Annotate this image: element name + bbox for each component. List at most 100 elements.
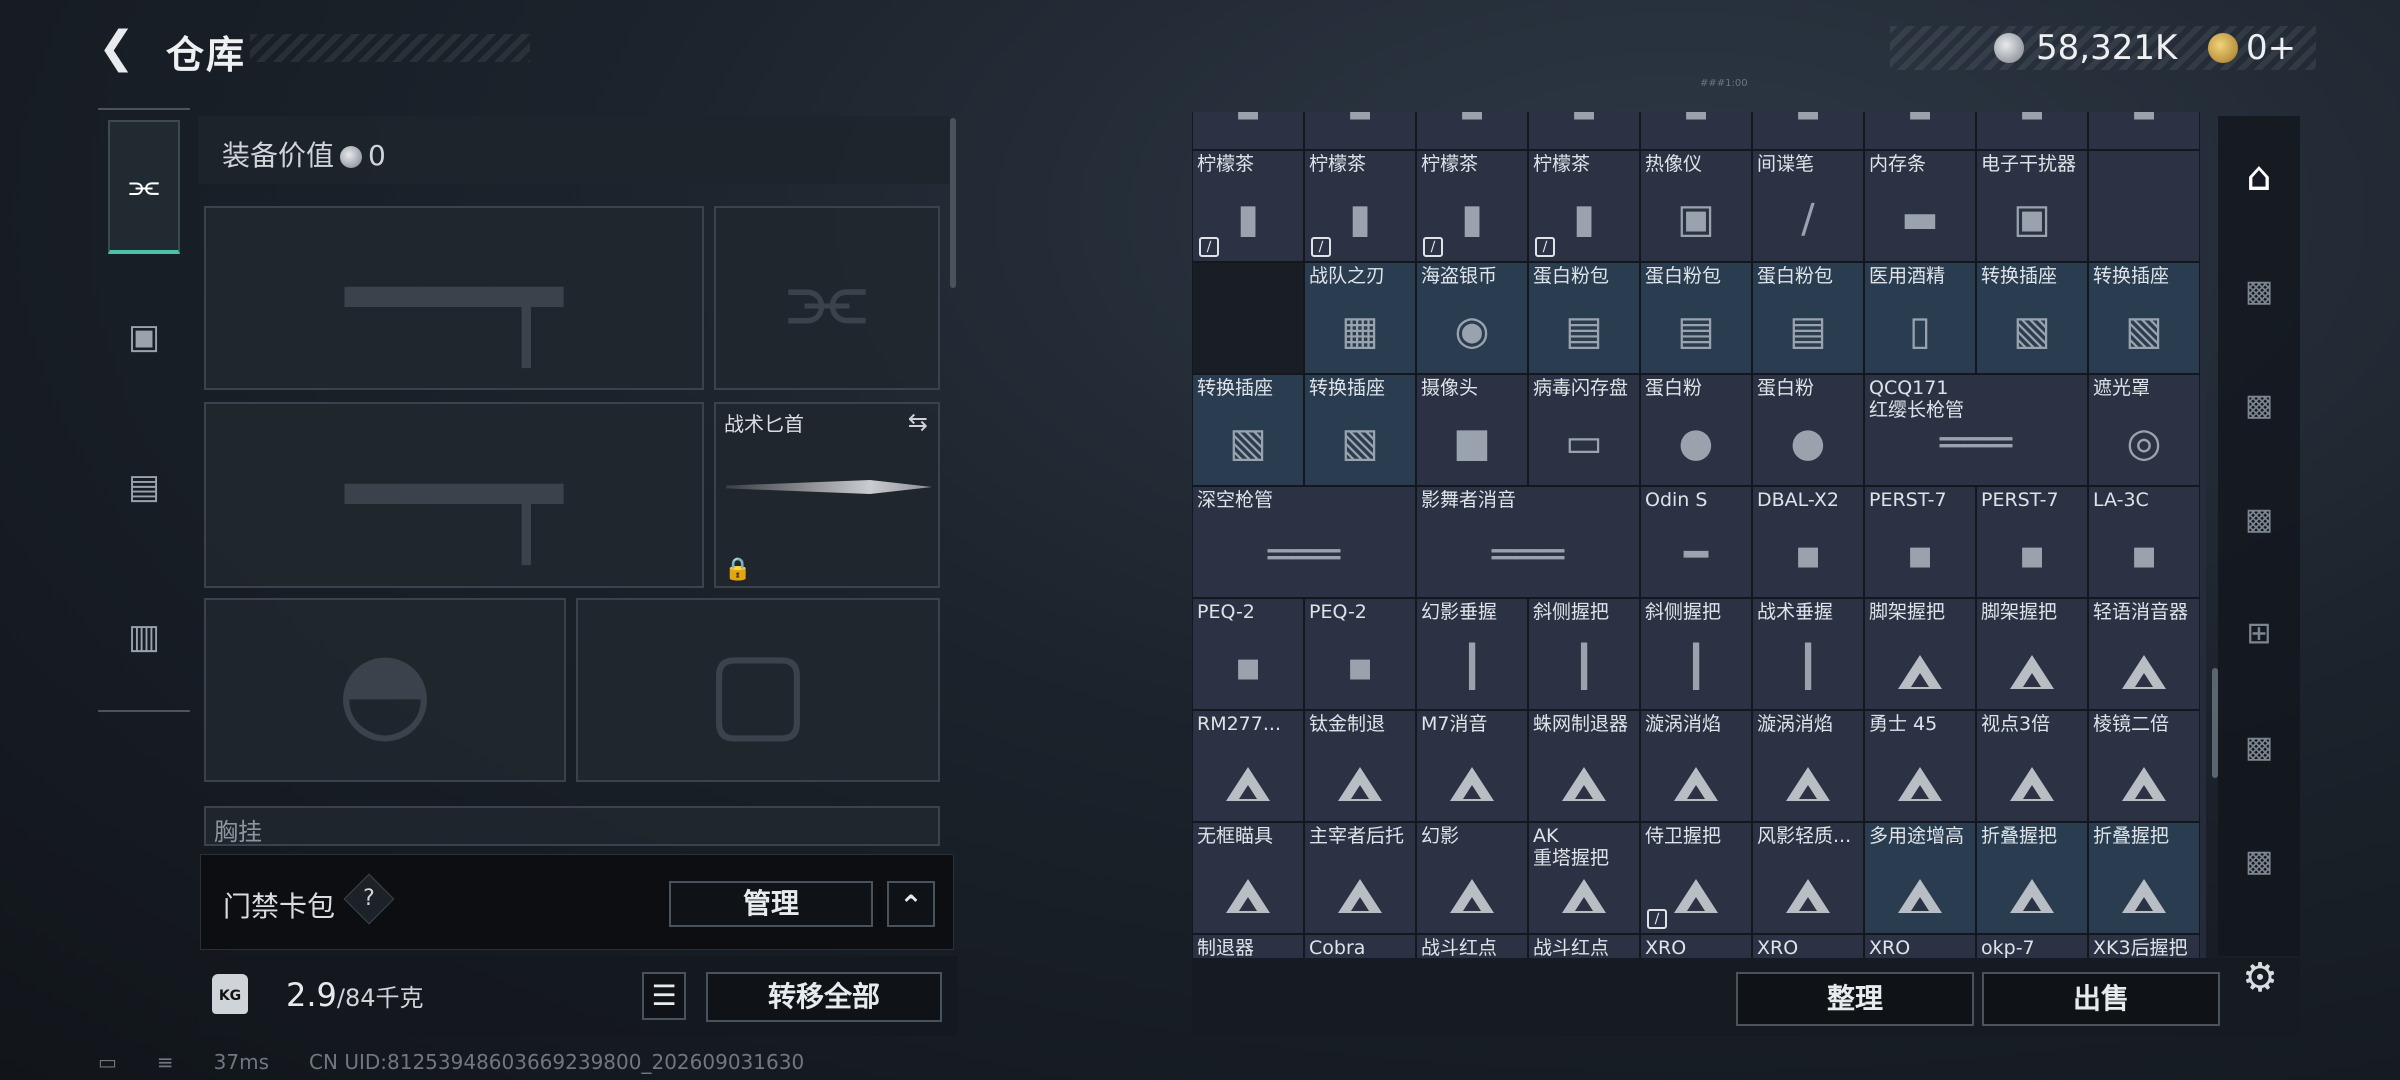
stash-item-cell[interactable]: 遮光罩 ◎ [2088,374,2200,486]
tab-case[interactable]: ▥ [108,570,180,704]
stash-item-cell[interactable]: ▪ [1528,112,1640,150]
stash-item-cell[interactable]: 内存条 ▬ [1864,150,1976,262]
stash-item-cell[interactable] [2088,150,2200,262]
stash-item-cell[interactable]: RM277... [1192,710,1304,822]
help-icon[interactable]: ? [343,873,395,925]
stash-item-cell[interactable]: okp-7 [1976,934,2088,958]
tab-weapons[interactable]: ⫘ [108,120,180,254]
stash-item-cell[interactable]: DBAL-X2 ▪ [1752,486,1864,598]
stash-item-cell[interactable]: 折叠握把 [2088,822,2200,934]
stash-item-cell[interactable]: ▪ [1304,112,1416,150]
stash-item-cell[interactable]: LA-3C ▪ [2088,486,2200,598]
stash-item-cell[interactable]: ▪ [1752,112,1864,150]
tab-vest[interactable]: ▤ [108,420,180,554]
stash-item-cell[interactable]: ▪ [2088,112,2200,150]
stash-item-cell[interactable]: 海盗银币 ◉ [1416,262,1528,374]
stash-item-cell[interactable]: PERST-7 ▪ [1976,486,2088,598]
loadout-scrollbar[interactable] [950,118,956,288]
stash-item-cell[interactable]: 转换插座 ▧ [1192,374,1304,486]
stash-item-cell[interactable]: 蛋白粉包 ▤ [1640,262,1752,374]
stash-item-cell[interactable]: 轻语消音器 [2088,598,2200,710]
tab-backpack[interactable]: ▣ [108,270,180,404]
stash-item-cell[interactable]: 战斗红点 [1416,934,1528,958]
slot-knife[interactable]: 战术匕首 ⇆ 🔒 [714,402,940,588]
sell-button[interactable]: 出售 [1982,972,2220,1026]
gear-icon[interactable]: ⚙ [2238,956,2282,1000]
chevron-up-icon[interactable]: ⌃ [887,881,935,927]
list-icon[interactable]: ☰ [642,972,686,1020]
stash-item-cell[interactable]: 斜侧握把 ┃ [1640,598,1752,710]
stash-item-cell[interactable]: 视点3倍 [1976,710,2088,822]
stash-item-cell[interactable]: 钛金制退 [1304,710,1416,822]
stash-item-cell[interactable]: QCQ171 红缨长枪管 ═══ [1864,374,2088,486]
stash-item-cell[interactable]: ▪ [1864,112,1976,150]
stash-item-cell[interactable] [1192,262,1304,374]
tab-expansion-4b-add[interactable]: ⊞ [2224,592,2294,674]
stash-item-cell[interactable]: 脚架握把 [1864,598,1976,710]
stash-item-cell[interactable]: 蛋白粉 ● [1640,374,1752,486]
stash-item-cell[interactable]: PEQ-2 ▪ [1304,598,1416,710]
stash-item-cell[interactable]: PEQ-2 ▪ [1192,598,1304,710]
stash-item-cell[interactable]: 摄像头 ■ [1416,374,1528,486]
stash-item-cell[interactable]: 斜侧握把 ┃ [1528,598,1640,710]
stash-item-cell[interactable]: 漩涡消焰 [1640,710,1752,822]
tab-expansion-4a[interactable]: ▩ [2224,478,2294,560]
stash-item-cell[interactable]: XK3后握把 [2088,934,2200,958]
stash-item-cell[interactable]: 幻影 [1416,822,1528,934]
stash-item-cell[interactable]: 蛋白粉包 ▤ [1752,262,1864,374]
stash-item-cell[interactable]: 深空枪管 ═══ [1192,486,1416,598]
stash-item-cell[interactable]: XRO [1752,934,1864,958]
stash-item-cell[interactable]: 间谍笔 ∕ [1752,150,1864,262]
stash-item-cell[interactable]: 幻影垂握 ┃ [1416,598,1528,710]
stash-item-cell[interactable]: AK 重塔握把 [1528,822,1640,934]
slot-chest-rig[interactable]: 胸挂 [204,806,940,846]
stash-item-cell[interactable]: 电子干扰器 ▣ [1976,150,2088,262]
stash-item-cell[interactable]: 脚架握把 [1976,598,2088,710]
stash-item-cell[interactable]: 侍卫握把 ∕ [1640,822,1752,934]
stash-item-cell[interactable]: 柠檬茶 ▮ ∕ [1416,150,1528,262]
stash-item-cell[interactable]: 棱镜二倍 [2088,710,2200,822]
stash-item-cell[interactable]: Cobra [1304,934,1416,958]
stash-item-cell[interactable]: ▪ [1192,112,1304,150]
stash-item-cell[interactable]: 无框瞄具 [1192,822,1304,934]
stash-item-cell[interactable]: 医用酒精 ▯ [1864,262,1976,374]
stash-item-cell[interactable]: 柠檬茶 ▮ ∕ [1192,150,1304,262]
stash-item-cell[interactable]: 勇士 45 [1864,710,1976,822]
stash-item-cell[interactable]: 战术垂握 ┃ [1752,598,1864,710]
stash-item-cell[interactable]: XRO [1864,934,1976,958]
stash-item-cell[interactable]: Odin S ━ [1640,486,1752,598]
stash-item-cell[interactable]: ▪ [1640,112,1752,150]
transfer-all-button[interactable]: 转移全部 [706,972,942,1022]
stash-item-cell[interactable]: 风影轻质... [1752,822,1864,934]
stash-item-cell[interactable]: 制退器 [1192,934,1304,958]
tab-expansion-3b[interactable]: ▩ [2224,364,2294,446]
stash-item-cell[interactable]: PERST-7 ▪ [1864,486,1976,598]
stash-item-cell[interactable]: 转换插座 ▧ [2088,262,2200,374]
stash-item-cell[interactable]: XRO [1640,934,1752,958]
stash-item-cell[interactable]: 主宰者后托 [1304,822,1416,934]
stash-item-cell[interactable]: 蛋白粉包 ▤ [1528,262,1640,374]
sort-button[interactable]: 整理 [1736,972,1974,1026]
tab-expansion-3c[interactable]: ▩ [2224,706,2294,788]
stash-item-cell[interactable]: 多用途增高 [1864,822,1976,934]
back-arrow-icon[interactable]: ❮ [98,26,142,70]
stash-item-cell[interactable]: 漩涡消焰 [1752,710,1864,822]
stash-item-cell[interactable]: ▪ [1976,112,2088,150]
stash-item-cell[interactable]: 转换插座 ▧ [1304,374,1416,486]
tab-expansion-3d[interactable]: ▩ [2224,820,2294,902]
stash-item-cell[interactable]: 影舞者消音 ═══ [1416,486,1640,598]
tab-stash-home[interactable]: ⌂ [2224,136,2294,218]
stash-item-cell[interactable]: M7消音 [1416,710,1528,822]
swap-icon[interactable]: ⇆ [908,408,928,436]
slot-helmet[interactable]: ◓ [204,598,566,782]
slot-primary-weapon[interactable]: ━━┯ [204,206,704,390]
tab-expansion-3a[interactable]: ▩ [2224,250,2294,332]
slot-armor[interactable]: ▢ [576,598,940,782]
stash-item-cell[interactable]: 病毒闪存盘 ▭ [1528,374,1640,486]
stash-item-cell[interactable]: 蛛网制退器 [1528,710,1640,822]
slot-secondary-weapon[interactable]: ━━┯ [204,402,704,588]
stash-item-cell[interactable]: 战斗红点 [1528,934,1640,958]
stash-item-cell[interactable]: 柠檬茶 ▮ ∕ [1304,150,1416,262]
slot-pistol[interactable]: ⫘ [714,206,940,390]
stash-item-cell[interactable]: ▪ [1416,112,1528,150]
